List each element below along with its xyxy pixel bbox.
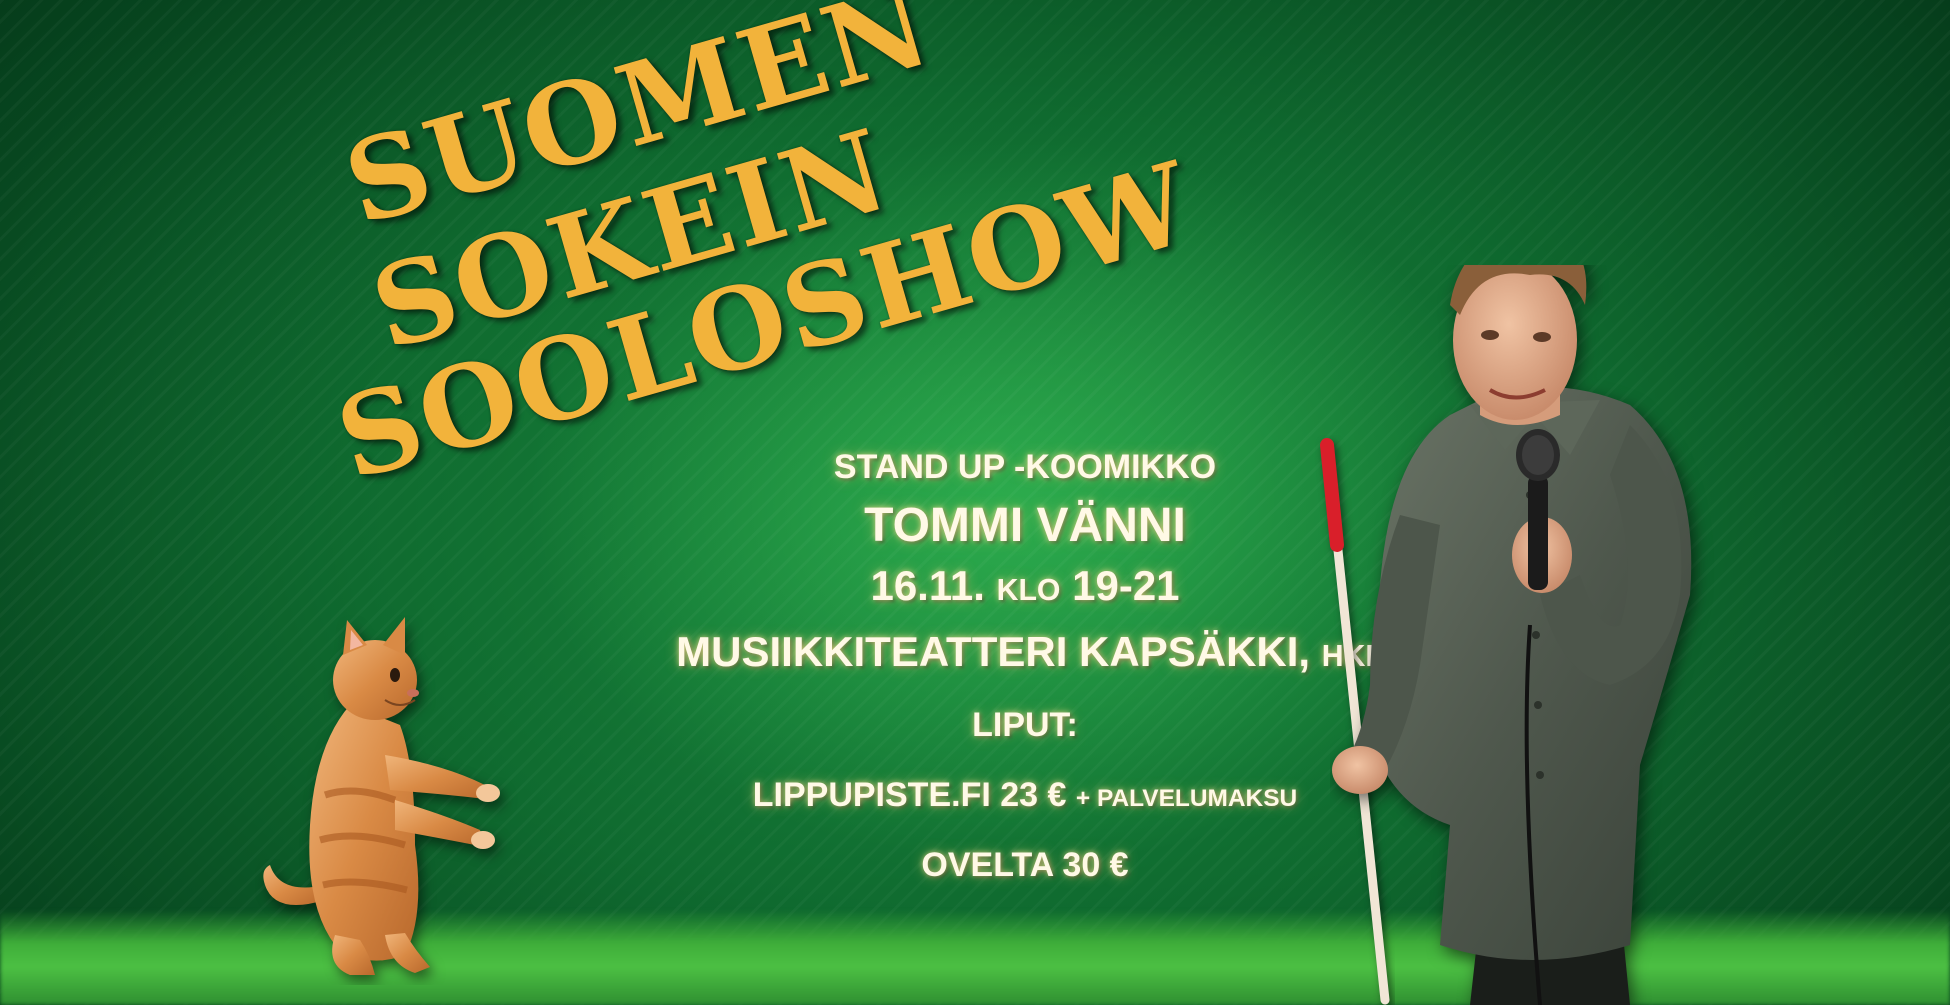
event-poster: SUOMEN SOKEIN SOOLOSHOW STAND UP -KOOMIK…	[0, 0, 1950, 1005]
date: 16.11.	[870, 562, 985, 609]
time-prefix: KLO	[996, 574, 1061, 607]
time: 19-21	[1072, 562, 1180, 609]
cat-icon	[263, 617, 500, 975]
door-price: OVELTA 30 €	[921, 846, 1129, 884]
date-time: 16.11. KLO 19-21	[640, 562, 1410, 610]
venue: MUSIIKKITEATTERI KAPSÄKKI, HKI	[640, 628, 1410, 676]
online-fee: + PALVELUMAKSU	[1075, 785, 1298, 812]
venue-name: MUSIIKKITEATTERI KAPSÄKKI,	[676, 628, 1311, 675]
performer-icon	[1332, 265, 1692, 1005]
performer-name: TOMMI VÄNNI	[864, 499, 1186, 552]
online-tickets: LIPPUPISTE.FI 23 € + PALVELUMAKSU	[640, 776, 1410, 815]
tickets-label: LIPUT:	[972, 706, 1078, 744]
online-price: LIPPUPISTE.FI 23 €	[752, 776, 1067, 814]
subtitle: STAND UP -KOOMIKKO	[833, 448, 1217, 486]
